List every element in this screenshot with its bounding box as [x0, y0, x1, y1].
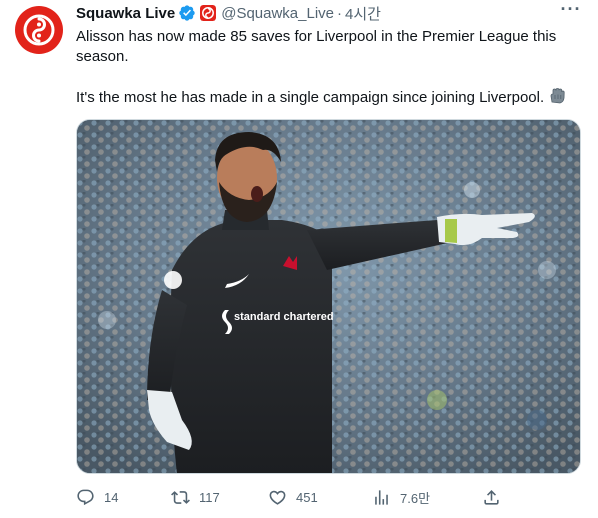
reply-button[interactable]: 14 — [76, 486, 118, 508]
verified-badge-icon[interactable] — [178, 4, 196, 22]
tweet-header: Squawka Live @Squawka_Live · 4시간 — [76, 3, 381, 23]
views-chart-icon — [375, 489, 388, 505]
more-options-icon[interactable]: ··· — [560, 0, 582, 22]
like-count: 451 — [296, 489, 318, 505]
affiliate-logo-icon[interactable] — [200, 5, 217, 21]
views-count: 7.6만 — [400, 490, 431, 506]
timestamp[interactable]: 4시간 — [345, 3, 381, 24]
views-button[interactable]: 7.6만 — [372, 486, 430, 508]
retweet-button[interactable]: 117 — [171, 486, 220, 508]
share-icon — [484, 489, 499, 505]
author-name[interactable]: Squawka Live — [76, 5, 175, 22]
retweet-count: 117 — [199, 489, 220, 505]
like-button[interactable]: 451 — [268, 486, 318, 508]
tweet-paragraph: Alisson has now made 85 saves for Liverp… — [76, 28, 557, 65]
reply-count: 14 — [104, 489, 119, 505]
avatar[interactable] — [15, 6, 63, 54]
author-handle[interactable]: @Squawka_Live — [221, 5, 334, 22]
tweet-text: Alisson has now made 85 saves for Liverp… — [76, 27, 576, 108]
tweet-paragraph: It's the most he has made in a single ca… — [76, 89, 545, 106]
tweet-action-bar: 14 117 451 7.6만 — [76, 486, 581, 508]
heart-icon — [269, 490, 286, 505]
tweet-media-photo[interactable]: standard chartered — [76, 119, 581, 474]
share-button[interactable] — [482, 486, 501, 508]
glove-emoji-icon — [550, 88, 565, 104]
retweet-icon — [171, 490, 190, 504]
separator: · — [337, 4, 343, 22]
reply-icon — [77, 489, 94, 505]
goalkeeper-photo: standard chartered — [77, 120, 580, 473]
kit-sponsor-text: standard chartered — [234, 311, 334, 323]
squawka-logo-icon — [23, 14, 55, 46]
